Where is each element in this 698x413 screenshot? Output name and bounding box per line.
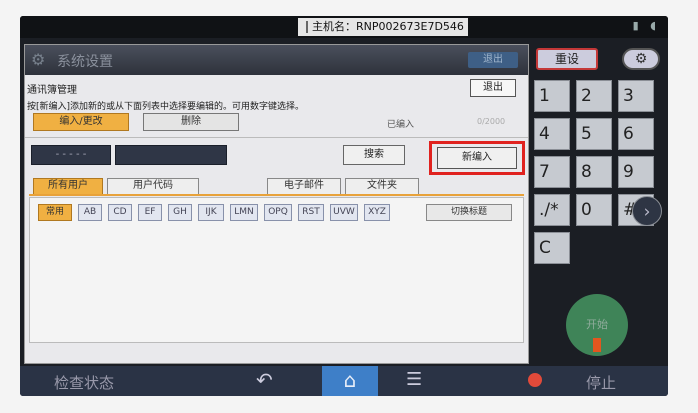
key-4[interactable]: 4 xyxy=(534,118,570,150)
separator-bar xyxy=(306,21,308,33)
printer-control-panel: 主机名：RNP002673E7D546 ▮ ◖ ⚙ 系统设置 退出 通讯簿管理 … xyxy=(20,16,668,396)
chip-frequent[interactable]: 常用 xyxy=(38,204,72,221)
status-bar: 主机名：RNP002673E7D546 ▮ ◖ xyxy=(20,16,668,38)
registered-label: 已编入 xyxy=(387,120,415,130)
key-1[interactable]: 1 xyxy=(534,80,570,112)
arrow-right-icon[interactable]: › xyxy=(632,196,662,226)
key-7[interactable]: 7 xyxy=(534,156,570,188)
signal-icon: ▮ ◖ xyxy=(632,19,660,32)
page-title: 系统设置 xyxy=(57,54,113,70)
exit-button[interactable]: 退出 xyxy=(470,79,516,97)
registered-count: 0/2000 xyxy=(477,117,506,126)
gear-icon: ⚙ xyxy=(31,50,46,69)
tab-folder[interactable]: 文件夹 xyxy=(345,178,419,194)
chip-uvw[interactable]: UVW xyxy=(330,204,358,221)
hostname-display: 主机名：RNP002673E7D546 xyxy=(298,18,468,36)
back-arrow-icon[interactable]: ↶ xyxy=(256,368,273,392)
chip-ijk[interactable]: IJK xyxy=(198,204,224,221)
tab-email[interactable]: 电子邮件 xyxy=(267,178,341,194)
title-bar: ⚙ 系统设置 退出 xyxy=(25,45,528,75)
stop-icon[interactable] xyxy=(528,373,542,387)
search-button[interactable]: 搜索 xyxy=(343,145,405,165)
chip-opq[interactable]: OPQ xyxy=(264,204,292,221)
settings-gear-icon[interactable]: ⚙ xyxy=(622,48,660,70)
title-exit-button[interactable]: 退出 xyxy=(468,52,518,68)
stop-button[interactable]: 停止 xyxy=(586,372,616,393)
switch-title-button[interactable]: 切换标题 xyxy=(426,204,512,221)
key-3[interactable]: 3 xyxy=(618,80,654,112)
system-settings-panel: ⚙ 系统设置 退出 通讯簿管理 退出 按[新编入]添加新的或从下面列表中选择要编… xyxy=(24,44,529,364)
chip-rst[interactable]: RST xyxy=(298,204,324,221)
delete-button[interactable]: 删除 xyxy=(143,113,239,131)
check-status-button[interactable]: 检查状态 xyxy=(54,372,114,393)
highlight-box xyxy=(429,141,525,175)
tab-user-code[interactable]: 用户代码 xyxy=(107,178,199,194)
hostname-text: 主机名：RNP002673E7D546 xyxy=(312,20,464,33)
address-book-label: 通讯簿管理 xyxy=(27,85,77,96)
edit-change-button[interactable]: 编入/更改 xyxy=(33,113,129,131)
key-5[interactable]: 5 xyxy=(576,118,612,150)
key-9[interactable]: 9 xyxy=(618,156,654,188)
sub-header: 通讯簿管理 退出 xyxy=(25,79,528,97)
chip-ef[interactable]: EF xyxy=(138,204,162,221)
home-icon[interactable]: ⌂ xyxy=(322,366,378,396)
menu-icon[interactable]: ☰ xyxy=(406,369,422,390)
divider xyxy=(25,137,528,138)
key-clear[interactable]: C xyxy=(534,232,570,264)
chip-cd[interactable]: CD xyxy=(108,204,132,221)
entry-number-field[interactable]: - - - - - xyxy=(31,145,111,165)
key-2[interactable]: 2 xyxy=(576,80,612,112)
bottom-bar: 检查状态 ↶ ⌂ ☰ 停止 xyxy=(20,366,668,396)
chip-xyz[interactable]: XYZ xyxy=(364,204,390,221)
start-indicator xyxy=(593,338,601,352)
reset-button[interactable]: 重设 xyxy=(536,48,598,70)
chip-ab[interactable]: AB xyxy=(78,204,102,221)
key-6[interactable]: 6 xyxy=(618,118,654,150)
key-0[interactable]: 0 xyxy=(576,194,612,226)
address-list: 常用 AB CD EF GH IJK LMN OPQ RST UVW XYZ 切… xyxy=(29,197,524,343)
key-dot-star[interactable]: ./* xyxy=(534,194,570,226)
tab-underline xyxy=(29,194,524,196)
entry-name-field[interactable] xyxy=(115,145,227,165)
key-8[interactable]: 8 xyxy=(576,156,612,188)
chip-lmn[interactable]: LMN xyxy=(230,204,258,221)
instruction-text: 按[新编入]添加新的或从下面列表中选择要编辑的。可用数字键选择。 xyxy=(27,102,305,112)
tab-all-users[interactable]: 所有用户 xyxy=(33,178,103,194)
chip-gh[interactable]: GH xyxy=(168,204,192,221)
